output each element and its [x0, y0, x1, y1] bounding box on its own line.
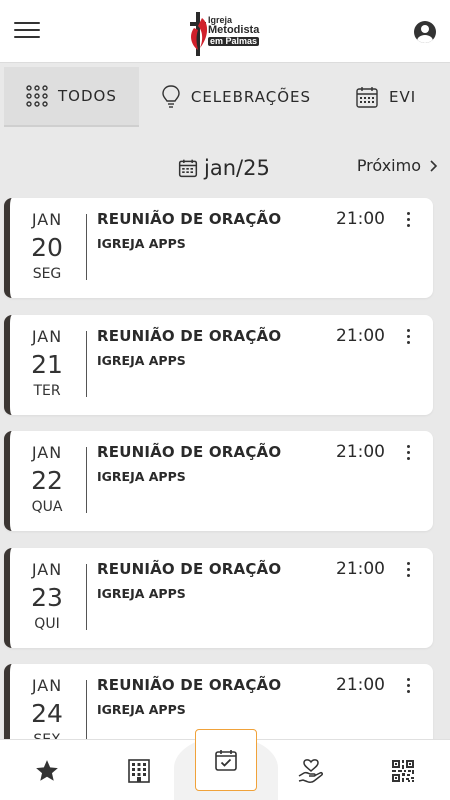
event-month: JAN	[31, 327, 63, 346]
event-date: JAN 20 SEG	[10, 198, 84, 298]
event-weekday: QUA	[31, 499, 63, 515]
event-subtitle: IGREJA APPS	[97, 586, 186, 601]
event-month: JAN	[31, 560, 63, 579]
more-options-icon[interactable]	[402, 329, 414, 349]
more-options-icon[interactable]	[402, 562, 414, 582]
event-time: 21:00	[336, 675, 385, 695]
event-subtitle: IGREJA APPS	[97, 236, 186, 251]
tab-todos[interactable]: TODOS	[4, 67, 139, 127]
date-divider	[86, 331, 87, 397]
event-date: JAN 23 QUI	[10, 548, 84, 648]
event-date: JAN 22 QUA	[10, 431, 84, 531]
event-card[interactable]: JAN 20 SEG REUNIÃO DE ORAÇÃO IGREJA APPS…	[4, 198, 433, 298]
cross-flame-icon	[190, 12, 208, 56]
event-card[interactable]: JAN 21 TER REUNIÃO DE ORAÇÃO IGREJA APPS…	[4, 315, 433, 415]
tab-eventos[interactable]: EVI	[333, 67, 438, 127]
date-divider	[86, 214, 87, 280]
event-date: JAN 21 TER	[10, 315, 84, 415]
nav-church[interactable]	[94, 740, 184, 800]
event-time: 21:00	[336, 326, 385, 346]
star-icon	[36, 759, 58, 781]
app-header: Igreja Metodista em Palmas	[0, 0, 450, 62]
event-card[interactable]: JAN 22 QUA REUNIÃO DE ORAÇÃO IGREJA APPS…	[4, 431, 433, 531]
qr-code-icon	[392, 759, 414, 782]
event-weekday: SEG	[32, 266, 62, 282]
next-month-button[interactable]: Próximo	[357, 156, 438, 175]
profile-icon[interactable]	[414, 21, 436, 43]
event-time: 21:00	[336, 559, 385, 579]
event-month: JAN	[31, 676, 63, 695]
more-options-icon[interactable]	[402, 445, 414, 465]
event-day: 21	[31, 350, 63, 379]
nav-favorites[interactable]	[2, 740, 92, 800]
event-subtitle: IGREJA APPS	[97, 702, 186, 717]
date-divider	[86, 447, 87, 513]
more-options-icon[interactable]	[402, 212, 414, 232]
event-time: 21:00	[336, 209, 385, 229]
calendar-check-icon	[215, 750, 237, 771]
nav-agenda[interactable]	[195, 729, 257, 791]
heart-hand-icon	[298, 758, 323, 783]
nav-qr[interactable]	[358, 740, 448, 800]
event-title: REUNIÃO DE ORAÇÃO	[97, 560, 282, 578]
more-options-icon[interactable]	[402, 678, 414, 698]
event-subtitle: IGREJA APPS	[97, 469, 186, 484]
event-title: REUNIÃO DE ORAÇÃO	[97, 676, 282, 694]
date-divider	[86, 564, 87, 630]
grid-icon	[26, 85, 48, 107]
nav-donations[interactable]	[266, 740, 356, 800]
event-month: JAN	[31, 443, 63, 462]
lightbulb-icon	[162, 85, 180, 108]
calendar-icon	[356, 87, 378, 108]
event-card[interactable]: JAN 23 QUI REUNIÃO DE ORAÇÃO IGREJA APPS…	[4, 548, 433, 648]
event-weekday: TER	[33, 383, 61, 399]
event-day: 24	[31, 699, 63, 728]
tab-label: CELEBRAÇÕES	[190, 88, 312, 106]
event-month: JAN	[31, 210, 63, 229]
month-navigation: jan/25 Próximo	[0, 148, 450, 188]
date-divider	[86, 680, 87, 746]
tab-label: TODOS	[58, 87, 117, 105]
event-title: REUNIÃO DE ORAÇÃO	[97, 210, 282, 228]
event-title: REUNIÃO DE ORAÇÃO	[97, 443, 282, 461]
tab-label: EVI	[389, 88, 417, 106]
month-selector[interactable]: jan/25	[178, 156, 270, 180]
church-logo: Igreja Metodista em Palmas	[188, 10, 264, 56]
event-time: 21:00	[336, 442, 385, 462]
building-icon	[128, 758, 150, 783]
bottom-navigation	[0, 729, 450, 800]
chevron-right-icon	[430, 159, 438, 172]
event-day: 23	[31, 583, 63, 612]
event-subtitle: IGREJA APPS	[97, 353, 186, 368]
logo-line-3: em Palmas	[208, 36, 260, 46]
logo-text: Igreja Metodista em Palmas	[208, 16, 259, 46]
event-day: 22	[31, 466, 63, 495]
event-weekday: QUI	[34, 616, 60, 632]
menu-icon[interactable]	[14, 22, 40, 40]
category-tabs: TODOS CELEBRAÇÕES EVI	[0, 62, 450, 128]
calendar-icon	[178, 159, 198, 178]
event-title: REUNIÃO DE ORAÇÃO	[97, 327, 282, 345]
logo-line-2: Metodista	[208, 24, 260, 36]
tab-celebracoes[interactable]: CELEBRAÇÕES	[139, 67, 333, 127]
next-label: Próximo	[356, 156, 421, 175]
event-day: 20	[31, 233, 63, 262]
month-label: jan/25	[204, 156, 270, 180]
